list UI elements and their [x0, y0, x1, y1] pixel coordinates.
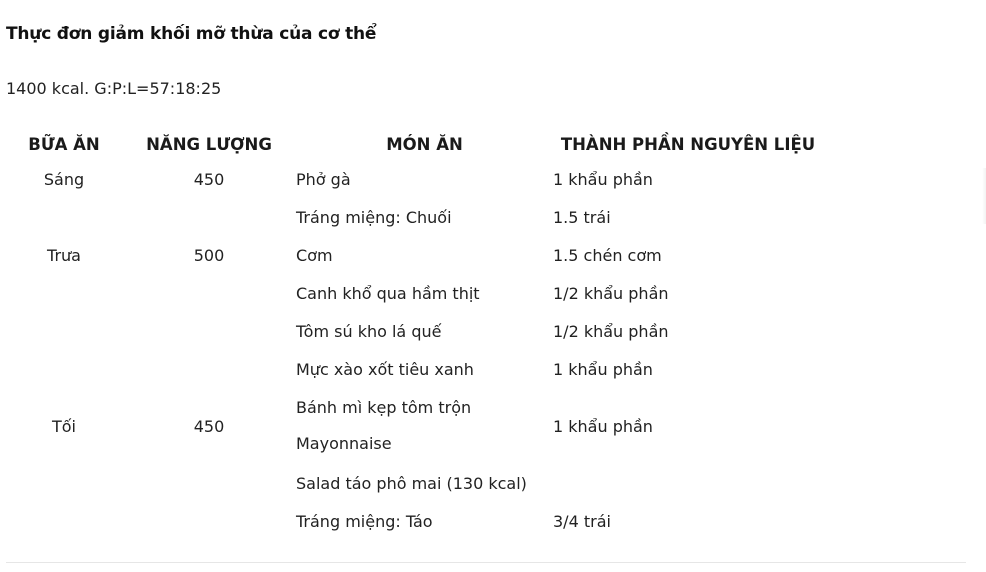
table-row: Trưa 500 Cơm 1.5 chén cơm [6, 236, 823, 274]
meal-energy: 450 [193, 170, 225, 189]
table-row: Mực xào xốt tiêu xanh 1 khẩu phần [6, 350, 823, 388]
dish-name: Tôm sú kho lá quế [296, 321, 442, 341]
dish-name: Bánh mì kẹp tôm trộn Mayonnaise [296, 388, 553, 464]
table-row: Tối 450 Bánh mì kẹp tôm trộn Mayonnaise … [6, 388, 823, 464]
table-row: Canh khổ qua hầm thịt 1/2 khẩu phần [6, 274, 823, 312]
bottom-divider [6, 562, 966, 563]
page-title: Thực đơn giảm khối mỡ thừa của cơ thể [6, 24, 377, 44]
table-row: Sáng 450 Phở gà 1 khẩu phần [6, 160, 823, 198]
dish-amount: 1.5 chén cơm [553, 245, 662, 265]
dish-amount: 1 khẩu phần [553, 416, 653, 436]
table-body: Sáng 450 Phở gà 1 khẩu phần Tráng miệng:… [6, 160, 823, 540]
dish-name-text: Bánh mì kẹp tôm trộn Mayonnaise [296, 398, 472, 453]
dish-amount: 1/2 khẩu phần [553, 283, 669, 303]
meal-name: Trưa [47, 245, 81, 265]
dish-amount: 3/4 trái [553, 511, 611, 531]
dish-amount: 1.5 trái [553, 207, 611, 227]
header-dish: MÓN ĂN [386, 134, 463, 154]
dish-name: Salad táo phô mai (130 kcal) [296, 473, 527, 493]
dish-amount [553, 464, 823, 502]
calorie-summary: 1400 kcal. G:P:L=57:18:25 [6, 79, 222, 98]
dish-name: Phở gà [296, 169, 351, 189]
header-ingredients: THÀNH PHẦN NGUYÊN LIỆU [560, 134, 816, 154]
header-energy: NĂNG LƯỢNG [146, 134, 272, 154]
header-meal: BỮA ĂN [28, 134, 100, 154]
dish-amount: 1 khẩu phần [553, 359, 653, 379]
meal-name: Sáng [43, 170, 85, 189]
table-header: BỮA ĂN NĂNG LƯỢNG MÓN ĂN THÀNH PHẦN NGUY… [6, 128, 823, 160]
table-row: Salad táo phô mai (130 kcal) [6, 464, 823, 502]
meal-energy: 500 [193, 245, 225, 265]
dish-amount: 1/2 khẩu phần [553, 321, 669, 341]
meal-plan-table: BỮA ĂN NĂNG LƯỢNG MÓN ĂN THÀNH PHẦN NGUY… [6, 128, 823, 540]
meal-energy: 450 [193, 416, 225, 436]
header-row: BỮA ĂN NĂNG LƯỢNG MÓN ĂN THÀNH PHẦN NGUY… [6, 128, 823, 160]
dish-name: Canh khổ qua hầm thịt [296, 283, 480, 303]
dish-amount: 1 khẩu phần [553, 169, 653, 189]
dish-name: Mực xào xốt tiêu xanh [296, 359, 474, 379]
table-row: Tráng miệng: Táo 3/4 trái [6, 502, 823, 540]
meal-name: Tối [51, 416, 76, 436]
scrollbar-shadow [982, 168, 986, 224]
table-row: Tôm sú kho lá quế 1/2 khẩu phần [6, 312, 823, 350]
dish-name: Cơm [296, 245, 333, 265]
dish-name: Tráng miệng: Chuối [296, 207, 452, 227]
dish-name: Tráng miệng: Táo [296, 511, 433, 531]
